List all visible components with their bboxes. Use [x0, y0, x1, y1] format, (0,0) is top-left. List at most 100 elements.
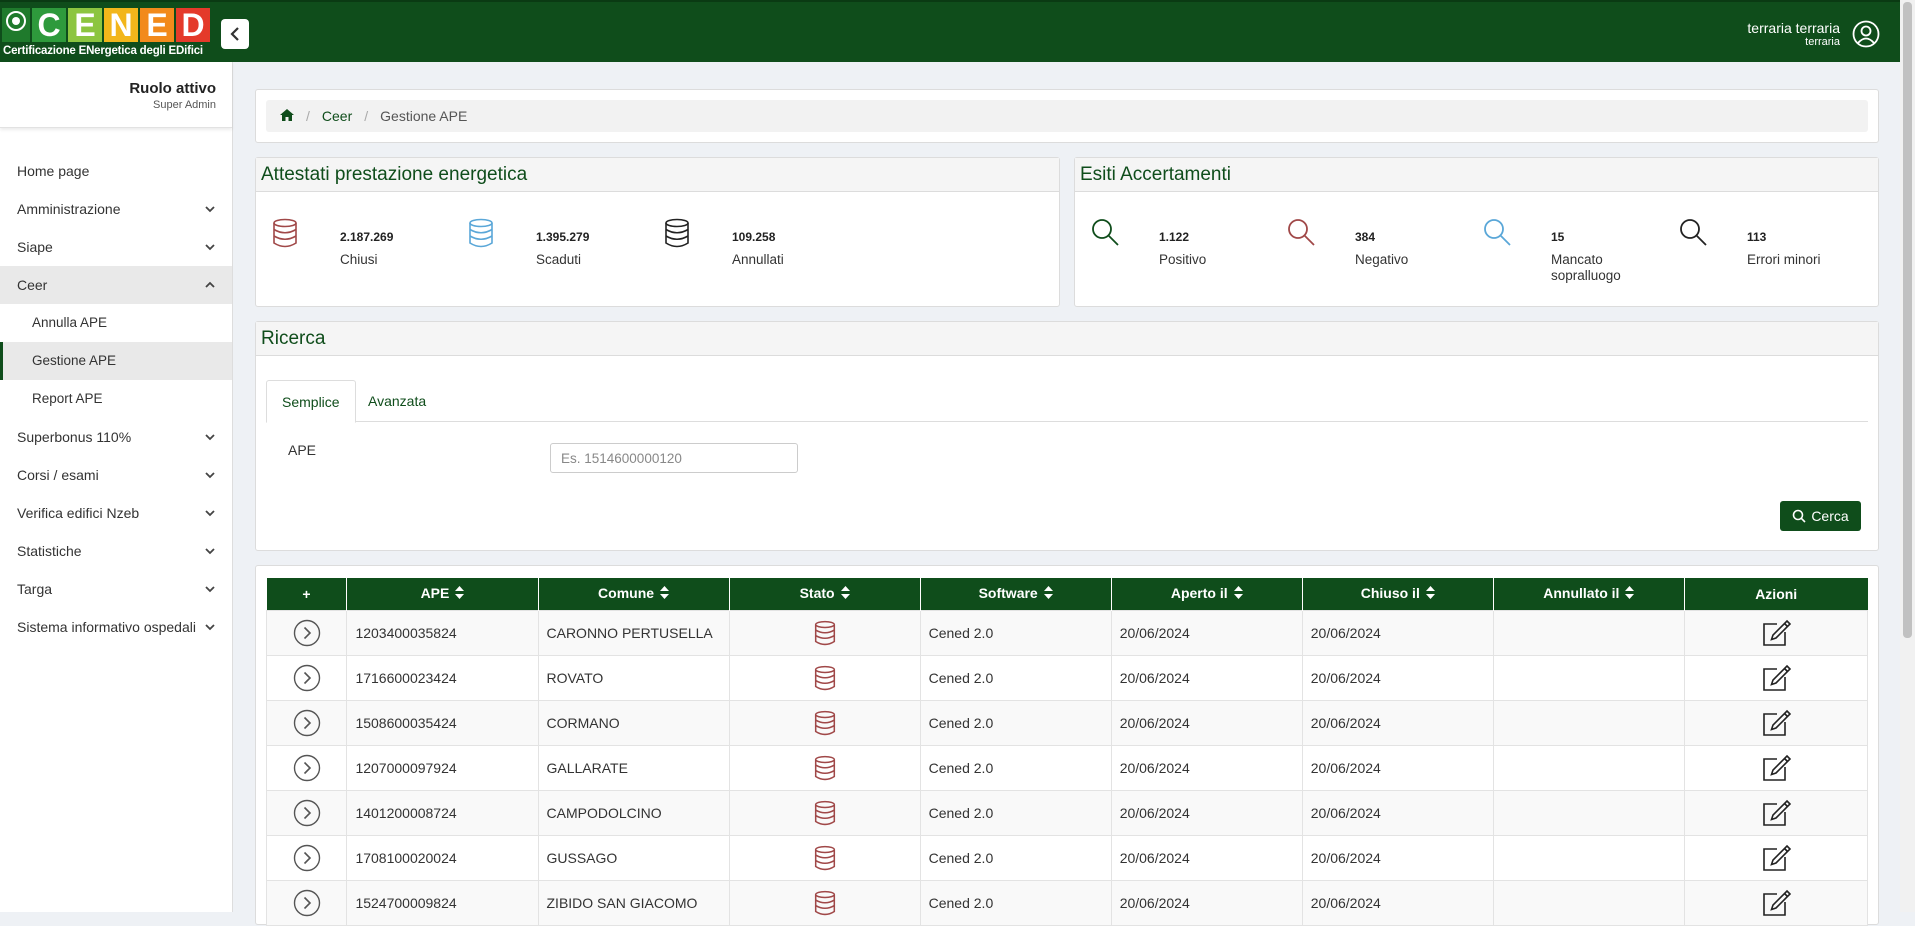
sidebar-item-verifica-nzeb[interactable]: Verifica edifici Nzeb — [0, 494, 232, 532]
tab-avanzata[interactable]: Avanzata — [353, 380, 441, 422]
col-annullato-il[interactable]: Annullato il — [1493, 578, 1685, 610]
sidebar-item-statistiche[interactable]: Statistiche — [0, 532, 232, 570]
sidebar-item-amministrazione[interactable]: Amministrazione — [0, 190, 232, 228]
sidebar-item-report-ape[interactable]: Report APE — [0, 380, 232, 418]
stat-value: 113 — [1747, 230, 1767, 244]
edit-icon[interactable] — [1761, 664, 1792, 691]
expand-row-icon[interactable] — [293, 664, 321, 691]
expand-cell — [265, 789, 348, 836]
cell-comune: GUSSAGO — [537, 834, 730, 881]
scrollbar-thumb[interactable] — [1903, 2, 1912, 638]
edit-icon[interactable] — [1761, 709, 1792, 736]
col-comune[interactable]: Comune — [538, 578, 730, 610]
col-software[interactable]: Software — [920, 578, 1112, 610]
edit-icon[interactable] — [1761, 889, 1792, 916]
expand-row-icon[interactable] — [293, 799, 321, 826]
cell-stato — [728, 744, 921, 791]
ape-table: + APE Comune Stato Software Aperto il Ch… — [265, 578, 1869, 926]
chevron-down-icon — [204, 532, 216, 570]
results-panel: + APE Comune Stato Software Aperto il Ch… — [255, 565, 1879, 926]
cell-chiuso-il: 20/06/2024 — [1301, 744, 1494, 791]
user-info[interactable]: terraria terraria terraria — [1747, 20, 1840, 48]
search-icon — [1091, 218, 1121, 251]
sidebar-menu: Home page Amministrazione Siape Ceer Ann… — [0, 152, 232, 646]
sidebar-item-label: Annulla APE — [32, 315, 108, 330]
logo-subtitle: Certificazione ENergetica degli EDifici — [3, 45, 203, 57]
breadcrumb-separator: / — [306, 108, 310, 124]
ape-field-label: APE — [288, 442, 317, 458]
sidebar-item-label: Gestione APE — [32, 353, 117, 368]
table-row: 1401200008724 CAMPODOLCINO Cened 2.0 20/… — [265, 789, 1869, 836]
role-name: Super Admin — [153, 99, 216, 111]
home-icon[interactable] — [280, 108, 294, 124]
stat-value: 109.258 — [732, 230, 776, 244]
sort-icon — [840, 586, 850, 602]
cell-ape: 1203400035824 — [346, 609, 539, 656]
col-ape[interactable]: APE — [346, 578, 539, 610]
sidebar-item-sistema-ospedali[interactable]: Sistema informativo ospedali — [0, 608, 232, 646]
cell-chiuso-il: 20/06/2024 — [1301, 609, 1494, 656]
sidebar-item-home[interactable]: Home page — [0, 152, 232, 190]
sidebar-item-corsi-esami[interactable]: Corsi / esami — [0, 456, 232, 494]
cell-software: Cened 2.0 — [919, 609, 1112, 656]
cell-ape: 1524700009824 — [346, 879, 539, 926]
expand-row-icon[interactable] — [293, 754, 321, 781]
breadcrumb-panel: / Ceer / Gestione APE — [255, 89, 1879, 143]
search-tabs: Semplice Avanzata — [266, 380, 1868, 423]
cell-stato — [728, 879, 921, 926]
stat-label: Mancato sopralluogo — [1551, 252, 1621, 283]
logo-letter: N — [104, 8, 138, 42]
cell-comune: GALLARATE — [537, 744, 730, 791]
expand-row-icon[interactable] — [293, 709, 321, 736]
cell-software: Cened 2.0 — [919, 879, 1112, 926]
stat-label: Annullati — [732, 252, 784, 267]
chevron-down-icon — [204, 228, 216, 266]
sidebar-item-label: Superbonus 110% — [17, 429, 132, 445]
cerca-button[interactable]: Cerca — [1780, 501, 1861, 531]
stat-value: 15 — [1551, 230, 1565, 244]
expand-row-icon[interactable] — [293, 844, 321, 871]
cened-logo[interactable]: C E N E D Certificazione ENergetica degl… — [0, 4, 216, 62]
tab-semplice[interactable]: Semplice — [266, 380, 356, 423]
col-stato[interactable]: Stato — [729, 578, 921, 610]
database-icon — [814, 800, 836, 825]
database-icon — [468, 218, 494, 251]
vertical-scrollbar[interactable] — [1900, 0, 1915, 912]
sidebar-item-label: Sistema informativo ospedali — [17, 619, 196, 635]
sidebar-item-label: Verifica edifici Nzeb — [17, 505, 140, 521]
expand-row-icon[interactable] — [293, 889, 321, 916]
edit-icon[interactable] — [1761, 844, 1792, 871]
sidebar-item-ceer[interactable]: Ceer — [0, 266, 232, 304]
cell-chiuso-il: 20/06/2024 — [1301, 654, 1494, 701]
edit-icon[interactable] — [1761, 619, 1792, 646]
cell-comune: ZIBIDO SAN GIACOMO — [537, 879, 730, 926]
ape-search-input[interactable] — [550, 443, 798, 473]
cell-chiuso-il: 20/06/2024 — [1301, 699, 1494, 746]
sidebar-item-superbonus[interactable]: Superbonus 110% — [0, 418, 232, 456]
sidebar-item-siape[interactable]: Siape — [0, 228, 232, 266]
user-circle-icon[interactable] — [1852, 20, 1880, 51]
sidebar-item-label: Home page — [17, 163, 90, 179]
breadcrumb-ceer[interactable]: Ceer — [322, 108, 352, 124]
col-chiuso-il[interactable]: Chiuso il — [1302, 578, 1494, 610]
cell-annullato-il — [1492, 609, 1685, 656]
cell-aperto-il: 20/06/2024 — [1110, 609, 1303, 656]
logo-letter: E — [140, 8, 174, 42]
cell-ape: 1716600023424 — [346, 654, 539, 701]
sidebar-item-annulla-ape[interactable]: Annulla APE — [0, 304, 232, 342]
edit-icon[interactable] — [1761, 799, 1792, 826]
sort-icon — [1425, 586, 1435, 602]
sidebar-item-gestione-ape[interactable]: Gestione APE — [0, 342, 232, 380]
sidebar-item-targa[interactable]: Targa — [0, 570, 232, 608]
database-icon — [814, 710, 836, 735]
col-aperto-il[interactable]: Aperto il — [1111, 578, 1303, 610]
edit-icon[interactable] — [1761, 754, 1792, 781]
col-expand[interactable]: + — [266, 578, 348, 610]
top-bar: C E N E D Certificazione ENergetica degl… — [0, 0, 1900, 62]
sort-icon — [455, 586, 465, 602]
cell-ape: 1508600035424 — [346, 699, 539, 746]
cell-azioni — [1683, 654, 1869, 701]
sidebar-collapse-button[interactable] — [221, 19, 249, 49]
expand-row-icon[interactable] — [293, 619, 321, 646]
search-icon — [1679, 218, 1709, 251]
